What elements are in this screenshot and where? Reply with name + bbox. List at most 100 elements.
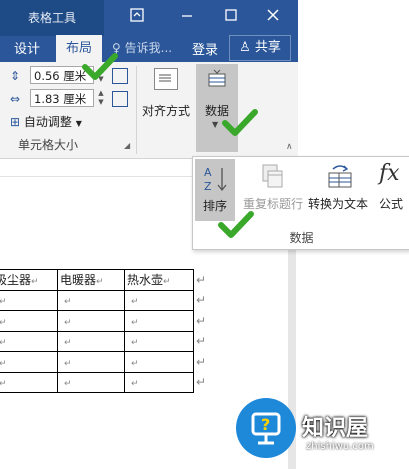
data-icon xyxy=(206,68,228,88)
cell-end-mark: ↵ xyxy=(163,277,171,288)
convert-to-text-label: 转换为文本 xyxy=(307,197,368,211)
chevron-down-icon: ▼ xyxy=(75,119,82,128)
watermark-logo-icon: ? xyxy=(236,398,296,458)
watermark-brand: 知识屋 xyxy=(302,416,369,441)
column-width-spinner[interactable]: ▲ ▼ xyxy=(96,89,106,107)
table-header-cell[interactable]: 热水壶↵ xyxy=(124,269,194,291)
cell-end-mark: ↵ xyxy=(64,338,72,349)
table-cell[interactable]: ↵ xyxy=(0,310,58,332)
table-tools-title: 表格工具 xyxy=(27,11,76,25)
formula-button[interactable]: fx 公式 xyxy=(373,157,409,221)
table-header-cell[interactable]: 吸尘器↵ xyxy=(0,269,58,291)
alignment-label: 对齐方式 xyxy=(141,104,190,118)
table-cell[interactable]: ↵ xyxy=(57,371,125,393)
row-end-mark: ↵ xyxy=(196,313,207,328)
cell-end-mark: ↵ xyxy=(131,317,139,328)
checkmark-icon xyxy=(222,108,258,138)
table-row: ↵ ↵ ↵ ↵ xyxy=(0,289,207,311)
row-height-icon: ⇕ xyxy=(10,69,21,83)
table-row: 吸尘器↵ 电暖器↵ 热水壶↵ ↵ xyxy=(0,269,207,291)
table-cell[interactable]: ↵ xyxy=(124,330,194,352)
tab-design[interactable]: 设计 xyxy=(14,38,40,57)
autofit-label: 自动调整 xyxy=(23,115,72,129)
cell-end-mark: ↵ xyxy=(64,317,72,328)
distribute-columns-icon[interactable] xyxy=(112,91,128,107)
header-text: 电暖器 xyxy=(60,273,97,288)
share-button[interactable]: ♙ 共享 xyxy=(229,35,291,61)
restore-icon[interactable] xyxy=(224,8,238,26)
cell-end-mark: ↵ xyxy=(96,277,104,288)
header-text: 热水壶 xyxy=(127,273,164,288)
row-end-mark: ↵ xyxy=(196,293,207,308)
table-cell[interactable]: ↵ xyxy=(0,371,58,393)
cell-end-mark: ↵ xyxy=(64,379,72,390)
cell-end-mark: ↵ xyxy=(64,358,72,369)
fx-icon: fx xyxy=(379,161,400,186)
table-header-cell[interactable]: 电暖器↵ xyxy=(57,269,125,291)
repeat-header-icon xyxy=(261,163,285,192)
login-link[interactable]: 登录 xyxy=(192,39,218,58)
table-cell[interactable]: ↵ xyxy=(57,330,125,352)
cell-end-mark: ↵ xyxy=(0,317,7,328)
checkmark-icon xyxy=(218,210,254,240)
cell-end-mark: ↵ xyxy=(131,358,139,369)
table-cell[interactable]: ↵ xyxy=(57,310,125,332)
convert-to-text-button[interactable]: 转换为文本 xyxy=(303,157,373,221)
svg-text:A: A xyxy=(204,166,212,179)
row-end-mark: ↵ xyxy=(196,375,207,390)
person-add-icon: ♙ xyxy=(239,40,251,55)
title-bar: 表格工具 设计 布局 ♀ 告诉我... 登录 ♙ 共享 xyxy=(0,0,298,62)
header-text: 吸尘器 xyxy=(0,273,32,288)
table-cell[interactable]: ↵ xyxy=(0,289,58,311)
ribbon-display-options-icon[interactable] xyxy=(130,8,144,26)
share-label: 共享 xyxy=(254,40,281,55)
autofit-icon: ⊞ xyxy=(10,115,21,129)
svg-text:Z: Z xyxy=(204,180,212,193)
checkmark-icon xyxy=(82,52,118,82)
table-cell[interactable]: ↵ xyxy=(124,289,194,311)
cell-end-mark: ↵ xyxy=(131,297,139,308)
watermark-url: zhishiwu.com xyxy=(306,441,374,452)
alignment-icon xyxy=(154,68,178,90)
autofit-button[interactable]: ⊞ 自动调整 ▼ xyxy=(10,113,82,130)
close-icon[interactable] xyxy=(266,8,280,26)
cell-end-mark: ↵ xyxy=(0,338,7,349)
collapse-ribbon-icon[interactable]: ∧ xyxy=(286,142,293,152)
table-row: ↵ ↵ ↵ ↵ xyxy=(0,371,207,393)
table-cell[interactable]: ↵ xyxy=(124,351,194,373)
group-divider xyxy=(136,66,137,154)
minimize-icon[interactable] xyxy=(180,8,194,26)
column-width-input[interactable]: 1.83 厘米 xyxy=(30,89,94,107)
cell-end-mark: ↵ xyxy=(0,358,7,369)
table-cell[interactable]: ↵ xyxy=(124,310,194,332)
svg-text:?: ? xyxy=(261,415,270,434)
table-tools-context: 表格工具 xyxy=(0,0,104,36)
tell-me-label: 告诉我... xyxy=(124,41,173,55)
table-cell[interactable]: ↵ xyxy=(0,330,58,352)
table-cell[interactable]: ↵ xyxy=(57,289,125,311)
table-cell[interactable]: ↵ xyxy=(57,351,125,373)
alignment-button[interactable]: 对齐方式 xyxy=(140,64,192,122)
table-row: ↵ ↵ ↵ ↵ xyxy=(0,310,207,332)
cell-end-mark: ↵ xyxy=(0,379,7,390)
cell-end-mark: ↵ xyxy=(64,297,72,308)
sort-az-icon: AZ xyxy=(203,165,229,196)
page-edge-line xyxy=(0,176,192,177)
chevron-down-icon: ▼ xyxy=(212,120,219,129)
dialog-launcher-icon[interactable]: ◢ xyxy=(124,141,130,150)
table-cell[interactable]: ↵ xyxy=(0,351,58,373)
document-table[interactable]: 吸尘器↵ 电暖器↵ 热水壶↵ ↵ ↵ ↵ ↵ ↵ ↵ ↵ ↵ ↵ ↵ ↵ ↵ ↵ ↵ ↵ ↵ ↵ ↵ ↵ ↵ ↵ xyxy=(0,269,207,393)
table-row: ↵ ↵ ↵ ↵ xyxy=(0,351,207,373)
cell-end-mark: ↵ xyxy=(131,338,139,349)
convert-to-text-icon xyxy=(327,163,353,192)
row-end-mark: ↵ xyxy=(196,354,207,369)
cell-end-mark: ↵ xyxy=(131,379,139,390)
row-end-mark: ↵ xyxy=(196,272,207,287)
table-row: ↵ ↵ ↵ ↵ xyxy=(0,330,207,352)
cell-end-mark: ↵ xyxy=(0,297,7,308)
table-cell[interactable]: ↵ xyxy=(124,371,194,393)
cell-size-group-label: 单元格大小 xyxy=(18,138,79,152)
formula-label: 公式 xyxy=(378,197,403,211)
tell-me-search[interactable]: ♀ 告诉我... xyxy=(112,39,172,56)
cell-end-mark: ↵ xyxy=(31,277,39,288)
